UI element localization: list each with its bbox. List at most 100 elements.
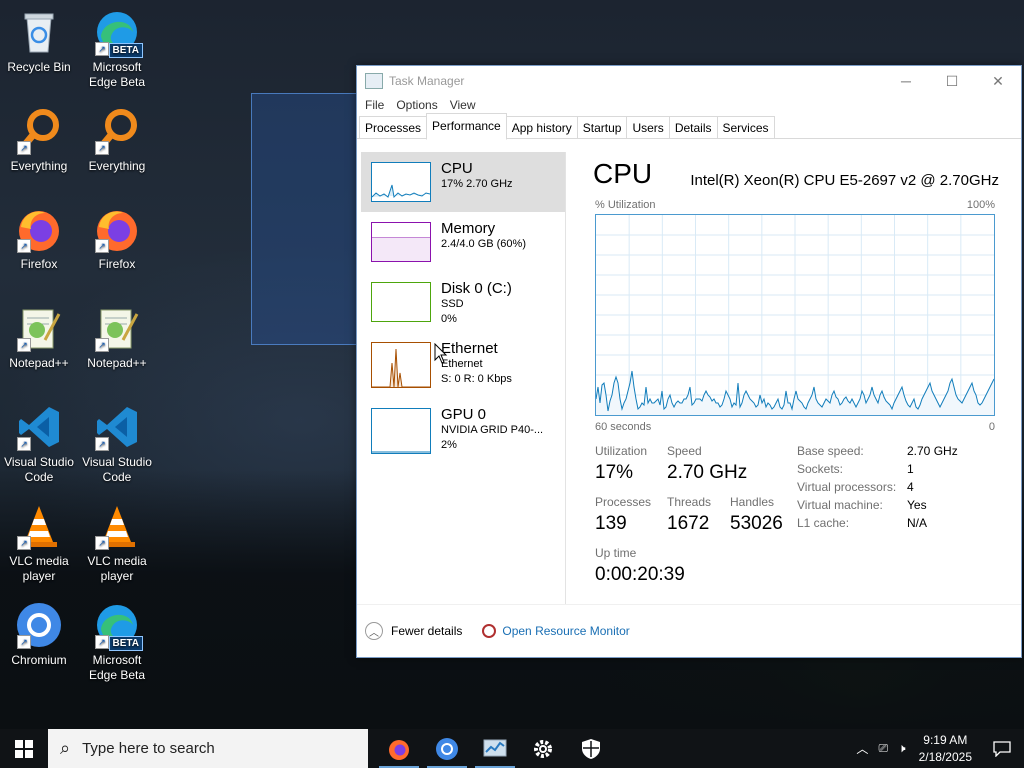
graph-y-label: % Utilization (595, 199, 656, 211)
title-bar[interactable]: Task Manager ─ ☐ ✕ (357, 66, 1021, 96)
magnifier-icon: ↗ (93, 107, 141, 155)
sidebar-item-ethernet[interactable]: Ethernet Ethernet S: 0 R: 0 Kbps (361, 332, 565, 398)
sidebar-item-label: Memory (441, 220, 496, 237)
chromium-icon (436, 737, 458, 760)
desktop-icon-firefox[interactable]: ↗ Firefox (1, 205, 77, 272)
vlc-cone-icon: ↗ (93, 502, 141, 550)
taskbar-chromium[interactable] (423, 729, 471, 768)
speaker-muted-icon[interactable]: 🕨 (893, 741, 911, 756)
base-speed-row: Base speed: 2.70 GHz (797, 444, 958, 458)
sidebar-item-detail: NVIDIA GRID P40-... (441, 424, 544, 436)
close-button[interactable]: ✕ (975, 66, 1021, 96)
notification-icon (993, 740, 1011, 757)
notepadpp-icon: ↗ (93, 304, 141, 352)
sidebar-item-detail: 0% (441, 313, 457, 325)
shortcut-arrow-icon: ↗ (95, 141, 109, 155)
tab-startup[interactable]: Startup (576, 116, 628, 138)
desktop-icon-label: Visual Studio Code (82, 455, 152, 484)
graph-time-label: 60 seconds (595, 421, 652, 433)
clock[interactable]: 9:19 AM 2/18/2025 (911, 732, 980, 766)
magnifier-icon: ↗ (15, 107, 63, 155)
performance-detail-panel: CPU Intel(R) Xeon(R) CPU E5-2697 v2 @ 2.… (589, 152, 999, 604)
tab-performance[interactable]: Performance (426, 113, 507, 140)
sidebar-item-detail: Ethernet (441, 358, 483, 370)
desktop-icon-edge-beta[interactable]: BETA ↗ Microsoft Edge Beta (79, 8, 155, 90)
sidebar-item-label: GPU 0 (441, 406, 487, 423)
open-resource-monitor-link[interactable]: Open Resource Monitor (502, 624, 629, 638)
sidebar-item-cpu[interactable]: CPU 17% 2.70 GHz (361, 152, 565, 212)
taskbar-task-manager[interactable] (471, 729, 519, 768)
tab-processes[interactable]: Processes (359, 116, 428, 138)
speed-label: Speed (667, 444, 702, 458)
desktop-icon-notepadpp[interactable]: ↗ Notepad++ (1, 304, 77, 371)
notepadpp-icon: ↗ (15, 304, 63, 352)
desktop-icon-notepadpp-2[interactable]: ↗ Notepad++ (79, 304, 155, 371)
tab-users[interactable]: Users (626, 116, 670, 138)
cpu-model-name: Intel(R) Xeon(R) CPU E5-2697 v2 @ 2.70GH… (690, 172, 999, 189)
detail-key: Sockets: (797, 462, 844, 476)
l1-cache-row: L1 cache: N/A (797, 516, 927, 530)
beta-badge: BETA (108, 43, 143, 58)
desktop-icon-label: Microsoft Edge Beta (88, 653, 146, 682)
minimize-button[interactable]: ─ (883, 66, 929, 96)
tab-services[interactable]: Services (716, 116, 775, 138)
sidebar-item-detail: 2.4/4.0 GB (60%) (441, 238, 526, 250)
shortcut-arrow-icon: ↗ (95, 437, 109, 451)
desktop-icon-vlc-2[interactable]: ↗ VLC media player (79, 502, 155, 584)
handles-label: Handles (730, 495, 775, 509)
fewer-details-button[interactable]: ︿ Fewer details (365, 622, 462, 640)
cpu-graph-svg (595, 215, 995, 415)
desktop-icon-label: Notepad++ (9, 356, 69, 370)
desktop-icon-edge-beta-2[interactable]: BETA ↗ Microsoft Edge Beta (79, 601, 155, 683)
desktop-selection-rectangle (251, 93, 361, 345)
detail-value: 2.70 GHz (907, 444, 958, 458)
desktop-icon-vscode-2[interactable]: ↗ Visual Studio Code (79, 403, 155, 485)
shortcut-arrow-icon: ↗ (17, 437, 31, 451)
desktop-icon-vlc[interactable]: ↗ VLC media player (1, 502, 77, 584)
shortcut-arrow-icon: ↗ (95, 239, 109, 253)
handles-value: 53026 (730, 513, 783, 534)
taskbar-firefox[interactable] (375, 729, 423, 768)
desktop-icon-label: Everything (10, 159, 68, 173)
desktop-icon-everything[interactable]: ↗ Everything (1, 107, 77, 174)
menu-file[interactable]: File (359, 96, 390, 116)
page-title: CPU (593, 158, 653, 189)
sidebar-item-detail: 2% (441, 439, 457, 451)
graph-zero-label: 0 (988, 421, 995, 433)
notification-button[interactable] (980, 729, 1024, 768)
desktop-icon-everything-2[interactable]: ↗ Everything (79, 107, 155, 174)
tab-app-history[interactable]: App history (505, 116, 578, 138)
fewer-details-label: Fewer details (391, 624, 463, 638)
detail-value: 1 (907, 462, 914, 476)
firefox-icon: ↗ (93, 205, 141, 253)
sidebar-item-memory[interactable]: Memory 2.4/4.0 GB (60%) (361, 212, 565, 272)
task-manager-icon (483, 739, 507, 756)
sidebar-item-gpu[interactable]: GPU 0 NVIDIA GRID P40-... 2% (361, 398, 565, 458)
taskbar-settings[interactable] (519, 729, 567, 768)
tab-bar: Processes Performance App history Startu… (357, 113, 1021, 140)
maximize-button[interactable]: ☐ (929, 66, 975, 96)
chevron-up-icon: ︿ (365, 622, 383, 640)
utilization-label: Utilization (595, 444, 648, 458)
chevron-up-icon[interactable]: ︿ (851, 740, 873, 757)
desktop-icon-firefox-2[interactable]: ↗ Firefox (79, 205, 155, 272)
taskbar-search-box[interactable]: ⌕ Type here to search (48, 729, 368, 768)
sidebar-item-disk[interactable]: Disk 0 (C:) SSD 0% (361, 272, 565, 332)
clock-time: 9:19 AM (923, 732, 968, 747)
desktop-icon-chromium[interactable]: ↗ Chromium (1, 601, 77, 668)
detail-key: Virtual machine: (797, 498, 883, 512)
tab-details[interactable]: Details (668, 116, 718, 138)
desktop-icon-vscode[interactable]: ↗ Visual Studio Code (1, 403, 77, 485)
taskbar-security[interactable] (567, 729, 615, 768)
edge-beta-icon: BETA ↗ (93, 8, 143, 58)
taskbar: ⌕ Type here to search ︿ ⎚ 🕨 9:19 AM 2/18… (0, 729, 1024, 768)
sidebar-item-label: Disk 0 (C:) (441, 280, 512, 297)
desktop-icon-recycle-bin[interactable]: Recycle Bin (1, 8, 77, 75)
system-tray: ︿ ⎚ 🕨 9:19 AM 2/18/2025 (851, 729, 1024, 768)
beta-badge: BETA (108, 636, 143, 651)
gpu-sparkline (371, 408, 431, 454)
virtual-processors-row: Virtual processors: 4 (797, 480, 914, 494)
network-icon[interactable]: ⎚ (873, 741, 893, 756)
start-button[interactable] (0, 729, 48, 768)
clock-date: 2/18/2025 (918, 749, 972, 764)
